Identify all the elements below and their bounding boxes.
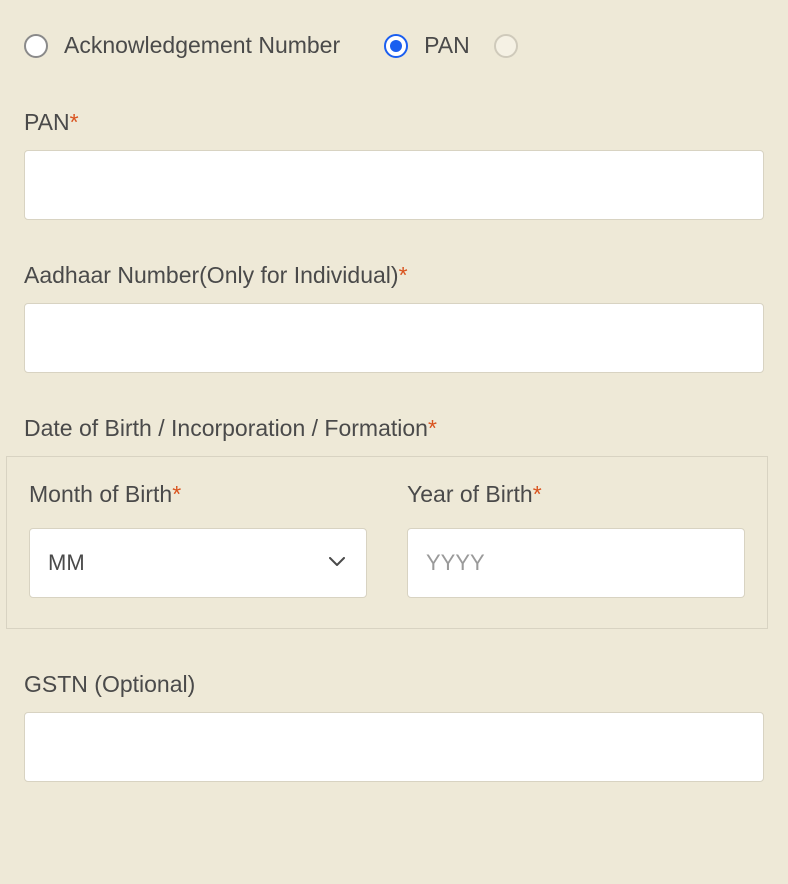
label-gstn: GSTN (Optional)	[24, 671, 764, 698]
select-month-wrap: MM	[29, 528, 367, 598]
input-year[interactable]	[407, 528, 745, 598]
label-pan-text: PAN	[24, 109, 70, 135]
field-gstn: GSTN (Optional)	[24, 671, 764, 782]
label-year: Year of Birth*	[407, 481, 745, 508]
label-month: Month of Birth*	[29, 481, 367, 508]
label-gstn-text: GSTN (Optional)	[24, 671, 195, 697]
label-month-text: Month of Birth	[29, 481, 172, 507]
label-pan: PAN*	[24, 109, 764, 136]
radio-label-acknowledgement: Acknowledgement Number	[64, 32, 340, 59]
label-aadhaar: Aadhaar Number(Only for Individual)*	[24, 262, 764, 289]
radio-group-pan: PAN	[384, 32, 470, 59]
radio-extra[interactable]	[494, 34, 518, 58]
field-year: Year of Birth*	[407, 481, 745, 598]
radio-label-pan: PAN	[424, 32, 470, 59]
required-mark: *	[399, 262, 408, 288]
dob-box: Month of Birth* MM Year of Birth*	[6, 456, 768, 629]
required-mark: *	[70, 109, 79, 135]
input-gstn[interactable]	[24, 712, 764, 782]
search-type-radio-row: Acknowledgement Number PAN	[24, 32, 764, 59]
required-mark: *	[533, 481, 542, 507]
label-dob-text: Date of Birth / Incorporation / Formatio…	[24, 415, 428, 441]
select-month-placeholder: MM	[48, 550, 85, 576]
select-month[interactable]: MM	[29, 528, 367, 598]
radio-group-acknowledgement: Acknowledgement Number	[24, 32, 340, 59]
input-aadhaar[interactable]	[24, 303, 764, 373]
field-dob-header: Date of Birth / Incorporation / Formatio…	[24, 415, 764, 442]
field-month: Month of Birth* MM	[29, 481, 367, 598]
radio-pan[interactable]	[384, 34, 408, 58]
radio-group-extra	[494, 34, 518, 58]
required-mark: *	[428, 415, 437, 441]
radio-acknowledgement[interactable]	[24, 34, 48, 58]
field-aadhaar: Aadhaar Number(Only for Individual)*	[24, 262, 764, 373]
input-pan[interactable]	[24, 150, 764, 220]
field-pan: PAN*	[24, 109, 764, 220]
label-aadhaar-text: Aadhaar Number(Only for Individual)	[24, 262, 399, 288]
required-mark: *	[172, 481, 181, 507]
label-dob-header: Date of Birth / Incorporation / Formatio…	[24, 415, 764, 442]
label-year-text: Year of Birth	[407, 481, 533, 507]
